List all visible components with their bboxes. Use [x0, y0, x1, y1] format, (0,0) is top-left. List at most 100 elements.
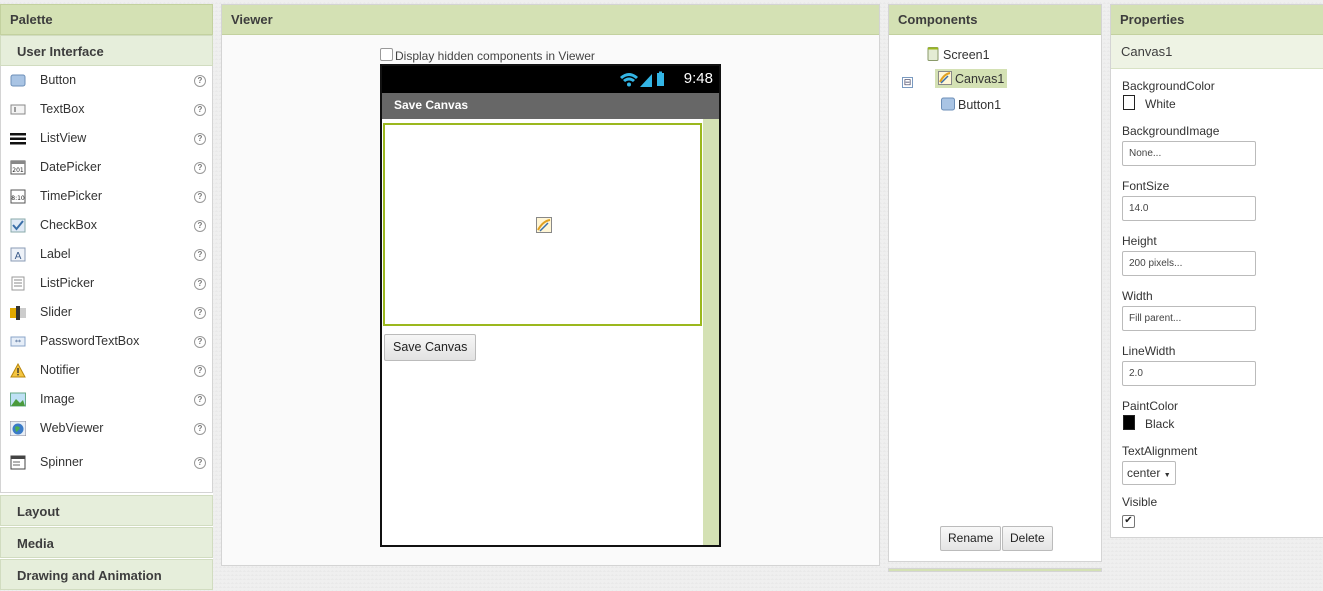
- svg-text:8:10: 8:10: [11, 195, 25, 202]
- line-width-field[interactable]: 2.0: [1122, 361, 1256, 386]
- tree-item-label: Button1: [958, 98, 1002, 112]
- palette-item-notifier[interactable]: Notifier ?: [1, 356, 212, 385]
- width-field[interactable]: Fill parent...: [1122, 306, 1256, 331]
- category-layout[interactable]: Layout: [0, 495, 213, 526]
- rename-button[interactable]: Rename: [940, 526, 1002, 551]
- palette-item-label: DatePicker: [40, 160, 102, 174]
- background-color-value[interactable]: White: [1145, 97, 1176, 111]
- palette-item-label: WebViewer: [40, 421, 104, 435]
- save-canvas-button[interactable]: Save Canvas: [384, 334, 477, 361]
- status-time: 9:48: [683, 70, 713, 87]
- height-field[interactable]: 200 pixels...: [1122, 251, 1256, 276]
- battery-icon: [657, 73, 664, 86]
- palette-item-spinner[interactable]: Spinner ?: [1, 443, 212, 483]
- scroll-rail[interactable]: [703, 119, 719, 545]
- paint-color-swatch[interactable]: [1123, 415, 1135, 430]
- display-hidden-label: Display hidden components in Viewer: [395, 49, 595, 63]
- app-title-bar: Save Canvas: [382, 93, 719, 119]
- palette-item-label: Button: [40, 73, 77, 87]
- help-icon[interactable]: ?: [194, 162, 206, 174]
- palette-item-label: ListPicker: [40, 276, 95, 290]
- palette-item-listpicker[interactable]: ListPicker ?: [1, 269, 212, 298]
- listpicker-icon: [11, 276, 25, 291]
- label-icon: A: [10, 247, 26, 262]
- tree-item-button1[interactable]: Button1: [941, 97, 1001, 112]
- background-color-swatch[interactable]: [1123, 95, 1135, 110]
- palette-item-label: PasswordTextBox: [40, 334, 140, 348]
- properties-panel: Properties Canvas1 BackgroundColor White…: [1110, 4, 1323, 538]
- prop-label: LineWidth: [1122, 344, 1176, 358]
- help-icon[interactable]: ?: [194, 307, 206, 319]
- tree-item-label: Screen1: [943, 48, 990, 62]
- canvas-icon: [938, 71, 952, 85]
- phone-body: Save Canvas: [382, 119, 719, 545]
- help-icon[interactable]: ?: [194, 365, 206, 377]
- prop-label: BackgroundImage: [1122, 124, 1220, 138]
- palette-item-label: Image: [40, 392, 75, 406]
- help-icon[interactable]: ?: [194, 278, 206, 290]
- help-icon[interactable]: ?: [194, 75, 206, 87]
- notifier-icon: [10, 363, 26, 378]
- palette-item-passwordtextbox[interactable]: ** PasswordTextBox ?: [1, 327, 212, 356]
- components-title: Components: [889, 5, 1101, 35]
- canvas-component[interactable]: [383, 123, 702, 326]
- prop-paint-color: PaintColor Black: [1122, 399, 1178, 431]
- category-user-interface[interactable]: User Interface: [0, 35, 213, 66]
- category-drawing-animation[interactable]: Drawing and Animation: [0, 559, 213, 590]
- tree-item-screen1[interactable]: Screen1: [926, 47, 990, 62]
- palette-item-checkbox[interactable]: CheckBox ?: [1, 211, 212, 240]
- lower-panel-edge: [888, 568, 1102, 572]
- palette-item-label[interactable]: A Label ?: [1, 240, 212, 269]
- palette-item-timepicker[interactable]: 8:10 TimePicker ?: [1, 182, 212, 211]
- palette-item-label: ListView: [40, 131, 87, 145]
- paint-color-value[interactable]: Black: [1145, 417, 1174, 431]
- visible-checkbox[interactable]: ✔: [1122, 515, 1135, 528]
- viewer-title: Viewer: [222, 5, 879, 35]
- tree-item-canvas1[interactable]: Canvas1: [935, 69, 1008, 88]
- text-alignment-value: center: [1127, 466, 1161, 480]
- prop-background-color: BackgroundColor White: [1122, 79, 1215, 111]
- tree-item-label: Canvas1: [955, 72, 1005, 86]
- background-image-field[interactable]: None...: [1122, 141, 1256, 166]
- image-icon: [10, 392, 26, 407]
- checkbox-box[interactable]: [380, 48, 393, 61]
- help-icon[interactable]: ?: [194, 191, 206, 203]
- palette-item-datepicker[interactable]: 201 DatePicker ?: [1, 153, 212, 182]
- button-icon: [10, 74, 26, 87]
- prop-font-size: FontSize 14.0: [1122, 179, 1256, 221]
- palette-item-button[interactable]: Button ?: [1, 66, 212, 95]
- signal-icon: [640, 74, 652, 87]
- passwordtextbox-icon: **: [10, 336, 26, 347]
- display-hidden-components-checkbox[interactable]: Display hidden components in Viewer: [380, 48, 595, 63]
- category-media[interactable]: Media: [0, 527, 213, 558]
- dropdown-arrow-icon: ▼: [1163, 472, 1171, 479]
- prop-background-image: BackgroundImage None...: [1122, 124, 1256, 166]
- palette-item-label: Notifier: [40, 363, 80, 377]
- palette-item-slider[interactable]: Slider ?: [1, 298, 212, 327]
- components-panel: Components ⊟ Screen1 Canvas1 Button1 Ren…: [888, 4, 1102, 562]
- text-alignment-dropdown[interactable]: center ▼: [1122, 461, 1176, 485]
- prop-width: Width Fill parent...: [1122, 289, 1256, 331]
- help-icon[interactable]: ?: [194, 423, 206, 435]
- palette-item-listview[interactable]: ListView ?: [1, 124, 212, 153]
- help-icon[interactable]: ?: [194, 249, 206, 261]
- help-icon[interactable]: ?: [194, 104, 206, 116]
- help-icon[interactable]: ?: [194, 133, 206, 145]
- textbox-icon: [10, 104, 26, 115]
- help-icon[interactable]: ?: [194, 457, 206, 469]
- palette-item-label: Label: [40, 247, 71, 261]
- status-icons: [620, 71, 664, 87]
- help-icon[interactable]: ?: [194, 394, 206, 406]
- font-size-field[interactable]: 14.0: [1122, 196, 1256, 221]
- svg-text:**: **: [15, 339, 21, 346]
- viewer-panel: Viewer Display hidden components in View…: [221, 4, 880, 566]
- palette-item-image[interactable]: Image ?: [1, 385, 212, 414]
- help-icon[interactable]: ?: [194, 220, 206, 232]
- delete-button[interactable]: Delete: [1002, 526, 1053, 551]
- palette-item-webviewer[interactable]: WebViewer ?: [1, 414, 212, 443]
- help-icon[interactable]: ?: [194, 336, 206, 348]
- collapse-icon[interactable]: ⊟: [902, 77, 913, 88]
- prop-label: TextAlignment: [1122, 444, 1198, 458]
- spinner-icon: [10, 455, 26, 470]
- palette-item-textbox[interactable]: TextBox ?: [1, 95, 212, 124]
